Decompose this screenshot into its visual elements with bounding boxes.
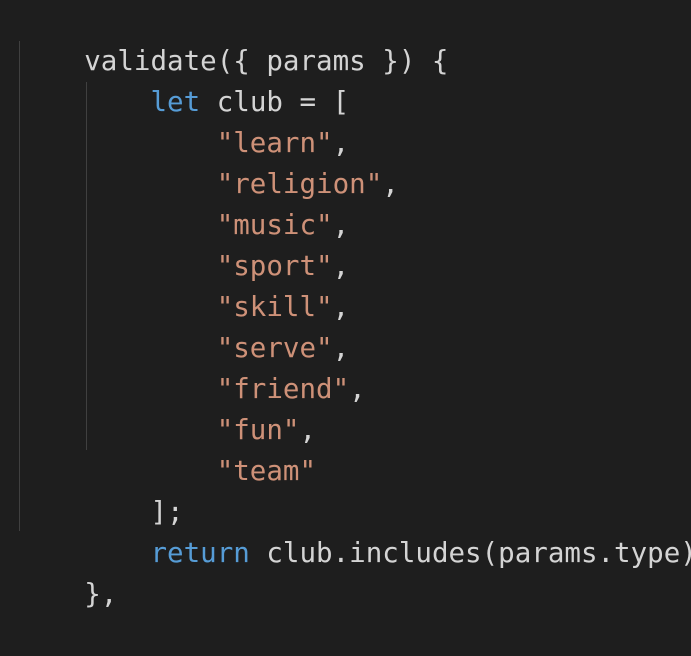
code-line-string: "religion",: [18, 123, 399, 200]
code-line-2: let club = [: [18, 41, 349, 118]
code-line-string: "team": [18, 410, 316, 487]
keyword-return: return: [150, 537, 250, 569]
code-editor[interactable]: validate({ params }) { let club = [ "lea…: [0, 0, 691, 610]
code-line-string: "friend",: [18, 328, 366, 405]
code-line-1: validate({ params }) {: [18, 0, 448, 77]
code-line-string: "music",: [18, 164, 349, 241]
code-line-return: return club.includes(params.type);: [18, 492, 691, 569]
return-expression: club.includes(params.type);: [266, 537, 691, 569]
code-line-string: "sport",: [18, 205, 349, 282]
comma: ,: [382, 168, 399, 200]
comma: ,: [349, 373, 366, 405]
code-line-close-function: },: [18, 533, 117, 610]
code-line-string: "learn",: [18, 82, 349, 159]
close-brace: },: [84, 578, 118, 610]
string-literal: "team": [216, 455, 317, 487]
code-line-string: "fun",: [18, 369, 316, 446]
code-line-close-array: ];: [18, 451, 183, 528]
close-brace-paren: }) {: [365, 45, 449, 77]
code-line-string: "serve",: [18, 287, 349, 364]
code-line-string: "skill",: [18, 246, 349, 323]
